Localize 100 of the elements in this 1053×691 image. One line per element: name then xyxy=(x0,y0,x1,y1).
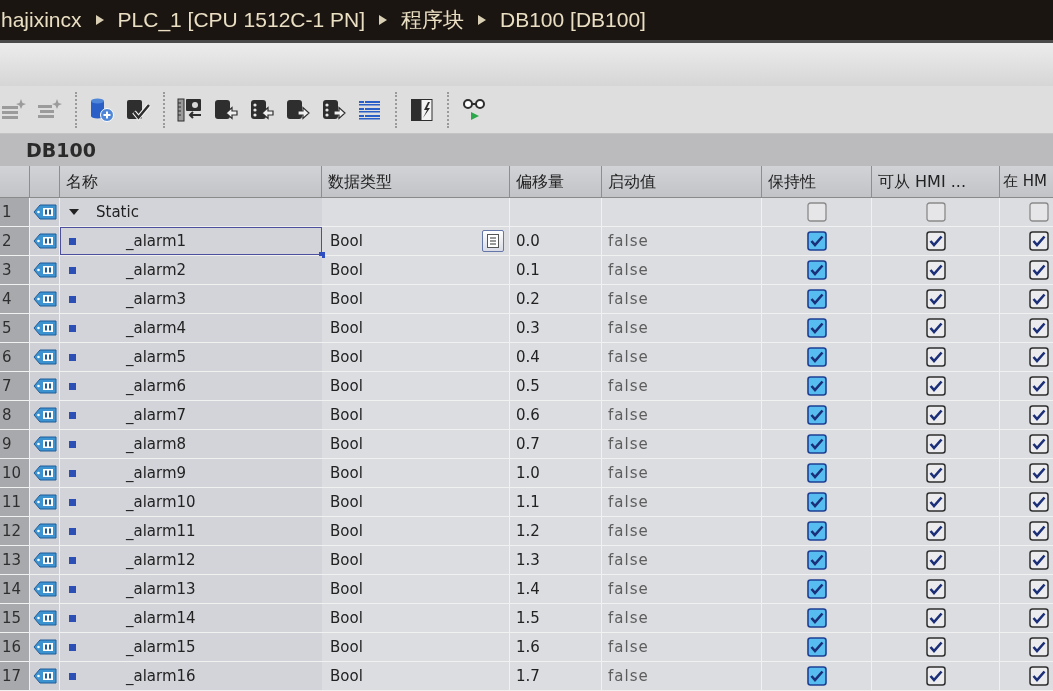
hmi-access-checkbox[interactable] xyxy=(925,608,946,628)
member-name: _alarm7 xyxy=(126,404,187,426)
data-type-text: Bool xyxy=(330,636,363,658)
member-name: _alarm6 xyxy=(126,375,187,397)
hmi-access-checkbox[interactable] xyxy=(925,666,946,686)
hmi-visible-checkbox[interactable] xyxy=(1029,318,1049,338)
name-cell[interactable]: _alarm13 xyxy=(60,575,322,603)
name-cell[interactable]: _alarm9 xyxy=(60,459,322,487)
hmi-visible-checkbox[interactable] xyxy=(1029,550,1049,570)
name-cell[interactable]: _alarm11 xyxy=(60,517,322,545)
name-cell[interactable]: _alarm15 xyxy=(60,633,322,661)
hmi-visible-checkbox[interactable] xyxy=(1029,637,1049,657)
column-header[interactable]: 数据类型 xyxy=(322,166,510,197)
name-cell[interactable]: _alarm8 xyxy=(60,430,322,458)
hmi-access-checkbox[interactable] xyxy=(925,637,946,657)
retain-checkbox[interactable] xyxy=(806,579,827,599)
hmi-visible-checkbox[interactable] xyxy=(1029,231,1049,251)
name-cell[interactable]: _alarm10 xyxy=(60,488,322,516)
name-cell[interactable]: _alarm2 xyxy=(60,256,322,284)
name-cell[interactable]: Static xyxy=(60,198,322,226)
column-header[interactable]: 在 HM xyxy=(1000,166,1053,197)
name-cell[interactable]: _alarm7 xyxy=(60,401,322,429)
hmi-visible-checkbox[interactable] xyxy=(1029,608,1049,628)
hmi-access-checkbox[interactable] xyxy=(925,463,946,483)
hmi-access-checkbox[interactable] xyxy=(925,318,946,338)
retain-checkbox[interactable] xyxy=(806,202,827,222)
hmi-access-checkbox[interactable] xyxy=(925,376,946,396)
retain-checkbox[interactable] xyxy=(806,550,827,570)
breadcrumb-item[interactable]: 程序块 xyxy=(401,4,464,36)
hmi-visible-checkbox[interactable] xyxy=(1029,434,1049,454)
member-name: _alarm11 xyxy=(126,520,196,542)
hmi-access-checkbox[interactable] xyxy=(925,231,946,251)
hmi-visible-checkbox[interactable] xyxy=(1029,521,1049,541)
hmi-access-checkbox[interactable] xyxy=(925,521,946,541)
name-cell[interactable]: _alarm16 xyxy=(60,662,322,690)
hmi-access-checkbox[interactable] xyxy=(925,579,946,599)
name-cell[interactable]: _alarm4 xyxy=(60,314,322,342)
retain-checkbox[interactable] xyxy=(806,608,827,628)
name-cell[interactable]: _alarm6 xyxy=(60,372,322,400)
name-cell[interactable]: _alarm1 xyxy=(60,227,322,255)
retain-checkbox[interactable] xyxy=(806,289,827,309)
name-cell[interactable]: _alarm3 xyxy=(60,285,322,313)
hmi-access-checkbox[interactable] xyxy=(925,260,946,280)
square-bullet-icon xyxy=(69,643,76,651)
ruler-camera-icon[interactable] xyxy=(177,96,203,123)
breadcrumb-item[interactable]: PLC_1 [CPU 1512C-1 PN] xyxy=(117,4,365,36)
data-type-text: Bool xyxy=(330,607,363,629)
hmi-access-checkbox[interactable] xyxy=(925,492,946,512)
hmi-visible-checkbox[interactable] xyxy=(1029,579,1049,599)
row-number: 7 xyxy=(0,372,30,400)
expander-triangle-icon[interactable] xyxy=(69,208,79,216)
name-cell[interactable]: _alarm14 xyxy=(60,604,322,632)
retain-checkbox[interactable] xyxy=(806,405,827,425)
row-number: 13 xyxy=(0,546,30,574)
hmi-visible-checkbox[interactable] xyxy=(1029,405,1049,425)
hmi-visible-checkbox[interactable] xyxy=(1029,492,1049,512)
retain-checkbox[interactable] xyxy=(806,637,827,657)
name-cell[interactable]: _alarm12 xyxy=(60,546,322,574)
hmi-visible-checkbox[interactable] xyxy=(1029,463,1049,483)
column-header[interactable]: 偏移量 xyxy=(510,166,602,197)
offset-value: 0.5 xyxy=(516,375,540,397)
retain-checkbox[interactable] xyxy=(806,231,827,251)
hmi-access-checkbox[interactable] xyxy=(925,550,946,570)
breadcrumb-item[interactable]: hajixincx xyxy=(1,4,82,36)
hmi-access-checkbox[interactable] xyxy=(925,347,946,367)
data-type-text: Bool xyxy=(330,665,363,687)
breadcrumb-item[interactable]: DB100 [DB100] xyxy=(500,4,646,36)
offset-value: 0.3 xyxy=(516,317,540,339)
database-plus-icon[interactable] xyxy=(89,96,115,123)
hmi-visible-checkbox[interactable] xyxy=(1029,260,1049,280)
column-header[interactable]: 启动值 xyxy=(602,166,762,197)
hmi-access-checkbox[interactable] xyxy=(925,405,946,425)
retain-checkbox[interactable] xyxy=(806,347,827,367)
retain-checkbox[interactable] xyxy=(806,434,827,454)
hmi-visible-checkbox[interactable] xyxy=(1029,666,1049,686)
hmi-visible-checkbox[interactable] xyxy=(1029,289,1049,309)
hmi-access-checkbox[interactable] xyxy=(925,434,946,454)
column-header[interactable]: 名称 xyxy=(60,166,322,197)
retain-checkbox[interactable] xyxy=(806,492,827,512)
name-cell[interactable]: _alarm5 xyxy=(60,343,322,371)
retain-checkbox[interactable] xyxy=(806,666,827,686)
column-header[interactable]: 可从 HMI ... xyxy=(872,166,1000,197)
hmi-visible-checkbox[interactable] xyxy=(1029,347,1049,367)
hmi-access-checkbox[interactable] xyxy=(925,202,946,222)
member-name: Static xyxy=(96,201,139,223)
tag-icon xyxy=(32,290,57,308)
data-type-button[interactable] xyxy=(482,230,504,252)
retain-checkbox[interactable] xyxy=(806,260,827,280)
hmi-visible-checkbox[interactable] xyxy=(1029,376,1049,396)
column-header[interactable]: 保持性 xyxy=(762,166,872,197)
member-name: _alarm10 xyxy=(126,491,196,513)
glasses-icon[interactable] xyxy=(461,96,487,123)
offset-value: 0.2 xyxy=(516,288,540,310)
split-panel-icon[interactable] xyxy=(409,96,435,123)
retain-checkbox[interactable] xyxy=(806,318,827,338)
retain-checkbox[interactable] xyxy=(806,463,827,483)
hmi-access-checkbox[interactable] xyxy=(925,289,946,309)
retain-checkbox[interactable] xyxy=(806,376,827,396)
hmi-visible-checkbox[interactable] xyxy=(1029,202,1049,222)
retain-checkbox[interactable] xyxy=(806,521,827,541)
